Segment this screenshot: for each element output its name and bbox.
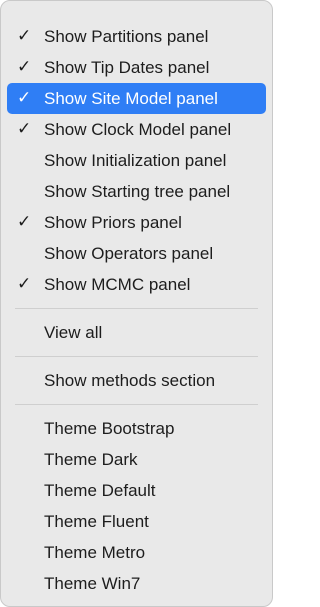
menu-item-label: Show MCMC panel: [44, 275, 191, 294]
menu-item-theme-dark[interactable]: Theme Dark: [7, 444, 266, 475]
menu-item-label: Theme Dark: [44, 450, 138, 469]
checkmark-icon: ✓: [17, 274, 32, 294]
menu-item-show-operators-panel[interactable]: Show Operators panel: [7, 238, 266, 269]
menu-separator: [15, 404, 258, 405]
menu-item-label: Theme Win7: [44, 574, 141, 593]
menu-item-show-clock-model-panel[interactable]: ✓ Show Clock Model panel: [7, 114, 266, 145]
menu-item-theme-metro[interactable]: Theme Metro: [7, 537, 266, 568]
checkmark-icon: ✓: [17, 26, 32, 46]
menu-item-label: Theme Fluent: [44, 512, 149, 531]
menu-item-label: Show Site Model panel: [44, 89, 218, 108]
menu-item-show-partitions-panel[interactable]: ✓ Show Partitions panel: [7, 21, 266, 52]
view-menu: ✓ Show Partitions panel ✓ Show Tip Dates…: [0, 0, 273, 607]
menu-item-label: View all: [44, 323, 103, 342]
menu-item-label: Show Initialization panel: [44, 151, 227, 170]
menu-item-show-tip-dates-panel[interactable]: ✓ Show Tip Dates panel: [7, 52, 266, 83]
menu-item-label: Theme Bootstrap: [44, 419, 175, 438]
menu-item-label: Theme Metro: [44, 543, 146, 562]
menu-separator: [15, 308, 258, 309]
menu-item-show-priors-panel[interactable]: ✓ Show Priors panel: [7, 207, 266, 238]
menu-item-show-mcmc-panel[interactable]: ✓ Show MCMC panel: [7, 269, 266, 300]
menu-item-label: Show Partitions panel: [44, 27, 209, 46]
menu-item-show-site-model-panel[interactable]: ✓ Show Site Model panel: [7, 83, 266, 114]
menu-item-show-initialization-panel[interactable]: Show Initialization panel: [7, 145, 266, 176]
checkmark-icon: ✓: [17, 212, 32, 232]
checkmark-icon: ✓: [17, 119, 32, 139]
menu-item-label: Show Clock Model panel: [44, 120, 232, 139]
menu-item-label: Show methods section: [44, 371, 216, 390]
menu-item-label: Show Tip Dates panel: [44, 58, 210, 77]
menu-separator: [15, 356, 258, 357]
menu-item-theme-win7[interactable]: Theme Win7: [7, 568, 266, 599]
menu-item-label: Theme Default: [44, 481, 156, 500]
checkmark-icon: ✓: [17, 57, 32, 77]
menu-item-view-all[interactable]: View all: [7, 317, 266, 348]
menu-item-theme-bootstrap[interactable]: Theme Bootstrap: [7, 413, 266, 444]
menu-item-show-starting-tree-panel[interactable]: Show Starting tree panel: [7, 176, 266, 207]
menu-item-show-methods-section[interactable]: Show methods section: [7, 365, 266, 396]
checkmark-icon: ✓: [17, 88, 32, 108]
menu-item-theme-default[interactable]: Theme Default: [7, 475, 266, 506]
menu-item-label: Show Operators panel: [44, 244, 214, 263]
menu-item-label: Show Priors panel: [44, 213, 182, 232]
menu-item-label: Show Starting tree panel: [44, 182, 231, 201]
menu-item-theme-fluent[interactable]: Theme Fluent: [7, 506, 266, 537]
